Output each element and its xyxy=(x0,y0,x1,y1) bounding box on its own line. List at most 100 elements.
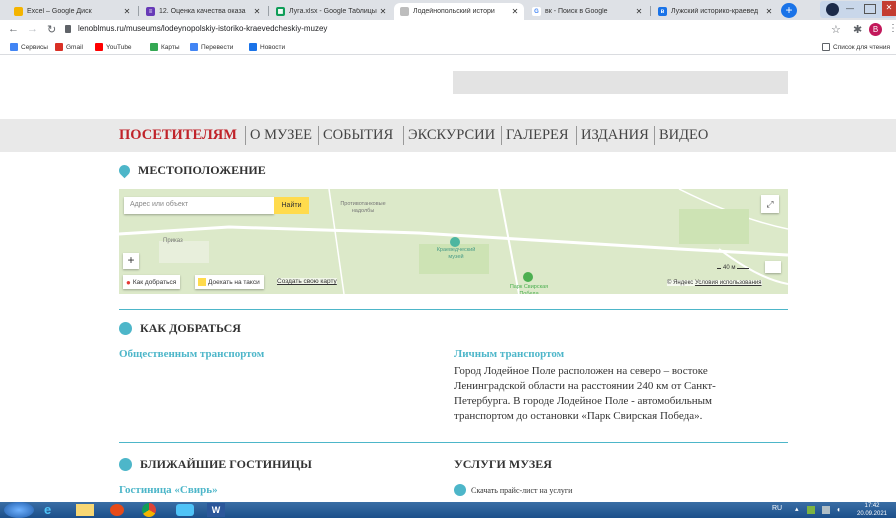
hotel-link[interactable]: Гостиница «Свирь» xyxy=(119,484,218,496)
extensions-icon[interactable]: ✱ xyxy=(853,23,862,36)
browser-toolbar: ← → ↻ lenoblmus.ru/museums/lodeynopolski… xyxy=(0,20,896,40)
route-button[interactable]: ● Как добраться xyxy=(123,275,181,289)
bookmark-youtube[interactable]: YouTube xyxy=(95,43,132,51)
messenger-icon[interactable] xyxy=(176,504,194,516)
nav-publications[interactable]: ИЗДАНИЯ xyxy=(581,127,649,144)
section-divider xyxy=(119,309,788,310)
create-map-link[interactable]: Создать свою карту xyxy=(277,278,337,285)
terms-link[interactable]: Условия использования xyxy=(695,280,762,286)
profile-icon[interactable] xyxy=(826,3,839,16)
tab-excel-drive[interactable]: Excel – Google Диск ✕ xyxy=(8,3,136,20)
bookmark-label: Карты xyxy=(161,43,180,51)
map-pin-icon xyxy=(116,162,133,179)
bookmark-gmail[interactable]: Gmail xyxy=(55,43,83,51)
profile-avatar[interactable]: B xyxy=(869,23,882,36)
nav-gallery[interactable]: ГАЛЕРЕЯ xyxy=(506,127,569,144)
forward-icon[interactable]: → xyxy=(27,23,38,35)
tab-google-search[interactable]: G вк - Поиск в Google ✕ xyxy=(526,3,648,20)
fullscreen-icon[interactable]: ⤢ xyxy=(761,195,779,213)
language-indicator[interactable]: RU xyxy=(772,505,782,512)
address-bar[interactable]: lenoblmus.ru/museums/lodeynopolskiy-isto… xyxy=(62,22,820,38)
tab-luga-sheets[interactable]: ▦ Луга.xlsx - Google Таблицы ✕ xyxy=(270,3,392,20)
section-divider xyxy=(119,442,788,443)
map-scale: 40 м xyxy=(717,265,750,271)
start-button[interactable] xyxy=(4,502,34,518)
new-tab-button[interactable]: + xyxy=(781,3,797,18)
bookmark-services[interactable]: Сервисы xyxy=(10,43,48,51)
reading-list-label: Список для чтения xyxy=(833,43,890,51)
nav-excursions[interactable]: ЭКСКУРСИИ xyxy=(408,127,495,144)
reload-icon[interactable]: ↻ xyxy=(47,23,56,36)
tab-lodeynoye-active[interactable]: Лодейнопольский истори ✕ xyxy=(394,3,524,20)
nav-video[interactable]: ВИДЕО xyxy=(659,127,708,144)
nav-visitors[interactable]: ПОСЕТИТЕЛЯМ xyxy=(119,127,237,144)
ie-icon[interactable]: e xyxy=(44,503,68,517)
price-list-link[interactable]: Скачать прайс-лист на услуги xyxy=(454,484,572,496)
back-icon[interactable]: ← xyxy=(8,23,19,35)
tab-title: вк - Поиск в Google xyxy=(545,8,608,15)
tab-survey[interactable]: ≡ 12. Оценка качества оказа ✕ xyxy=(140,3,266,20)
close-icon[interactable]: ✕ xyxy=(252,7,262,16)
minimize-icon[interactable]: — xyxy=(846,4,862,14)
private-transport-text: Город Лодейное Поле расположен на северо… xyxy=(454,365,716,422)
sheets-icon: ▦ xyxy=(276,7,285,16)
museum-pin-icon[interactable] xyxy=(450,237,460,247)
taxi-button[interactable]: Доехать на такси xyxy=(195,275,264,289)
bookmark-label: Сервисы xyxy=(21,43,48,51)
nav-separator xyxy=(245,126,246,145)
flag-icon[interactable] xyxy=(807,506,815,514)
map-search-input[interactable]: Адрес или объект xyxy=(124,197,274,214)
windows-taskbar: e W RU ▴ ◖ 17:42 20.09.2021 xyxy=(0,502,896,518)
apps-grid-icon xyxy=(10,43,18,51)
ruler-icon[interactable] xyxy=(765,261,781,273)
public-transport-link[interactable]: Общественным транспортом xyxy=(119,348,264,360)
map-search-button[interactable]: Найти xyxy=(274,197,309,214)
download-icon xyxy=(454,484,466,496)
nav-events[interactable]: СОБЫТИЯ xyxy=(323,127,393,144)
price-list-label: Скачать прайс-лист на услуги xyxy=(471,485,573,495)
forms-icon: ≡ xyxy=(146,7,155,16)
tab-separator xyxy=(268,6,269,16)
close-icon[interactable]: ✕ xyxy=(634,7,644,16)
explorer-icon[interactable] xyxy=(76,504,94,516)
close-icon[interactable]: ✕ xyxy=(510,7,520,16)
map-label-museum[interactable]: Краеведческий музей xyxy=(434,247,478,261)
chrome-icon[interactable] xyxy=(142,503,156,517)
tab-luga-museum[interactable]: в Лужский историко-краевед ✕ xyxy=(652,3,778,20)
network-icon[interactable] xyxy=(822,506,830,514)
route-pin-icon: ● xyxy=(126,277,131,287)
clock[interactable]: 17:42 20.09.2021 xyxy=(852,502,892,518)
volume-icon[interactable]: ◖ xyxy=(836,505,841,514)
bookmarks-bar: Сервисы Gmail YouTube Карты Перевести Но… xyxy=(0,40,896,55)
close-icon[interactable]: ✕ xyxy=(764,7,774,16)
media-player-icon[interactable] xyxy=(110,504,124,516)
reading-list[interactable]: Список для чтения xyxy=(822,43,890,51)
map-label-prikaz: Приказ xyxy=(163,238,183,244)
lock-icon[interactable] xyxy=(65,25,71,33)
tray-arrow-icon[interactable]: ▴ xyxy=(795,505,799,513)
scale-tick-icon xyxy=(717,267,721,269)
bookmark-news[interactable]: Новости xyxy=(249,43,285,51)
private-transport-link[interactable]: Личным транспортом xyxy=(454,348,564,360)
bookmark-star-icon[interactable]: ☆ xyxy=(831,23,841,36)
menu-icon[interactable]: ⋮ xyxy=(888,23,896,34)
route-label: Как добраться xyxy=(132,278,177,286)
map-label-park: Парк Свирская Победа xyxy=(509,284,549,294)
yandex-map[interactable]: Адрес или объект Найти Противотанковые н… xyxy=(119,189,788,294)
nav-about[interactable]: О МУЗЕЕ xyxy=(250,127,312,144)
window-controls: — ✕ xyxy=(820,1,896,18)
zoom-in-button[interactable]: + xyxy=(123,253,139,269)
close-icon[interactable]: ✕ xyxy=(122,7,132,16)
word-icon[interactable]: W xyxy=(207,503,225,517)
section-title: БЛИЖАЙШИЕ ГОСТИНИЦЫ xyxy=(140,457,312,471)
bookmark-label: YouTube xyxy=(106,43,132,51)
close-icon[interactable]: ✕ xyxy=(378,7,388,16)
bookmark-maps[interactable]: Карты xyxy=(150,43,180,51)
window-close-icon[interactable]: ✕ xyxy=(882,1,896,16)
gmail-icon xyxy=(55,43,63,51)
bookmark-translate[interactable]: Перевести xyxy=(190,43,233,51)
nav-separator xyxy=(576,126,577,145)
section-title: КАК ДОБРАТЬСЯ xyxy=(140,321,241,335)
nav-separator xyxy=(654,126,655,145)
maximize-icon[interactable] xyxy=(864,4,876,14)
